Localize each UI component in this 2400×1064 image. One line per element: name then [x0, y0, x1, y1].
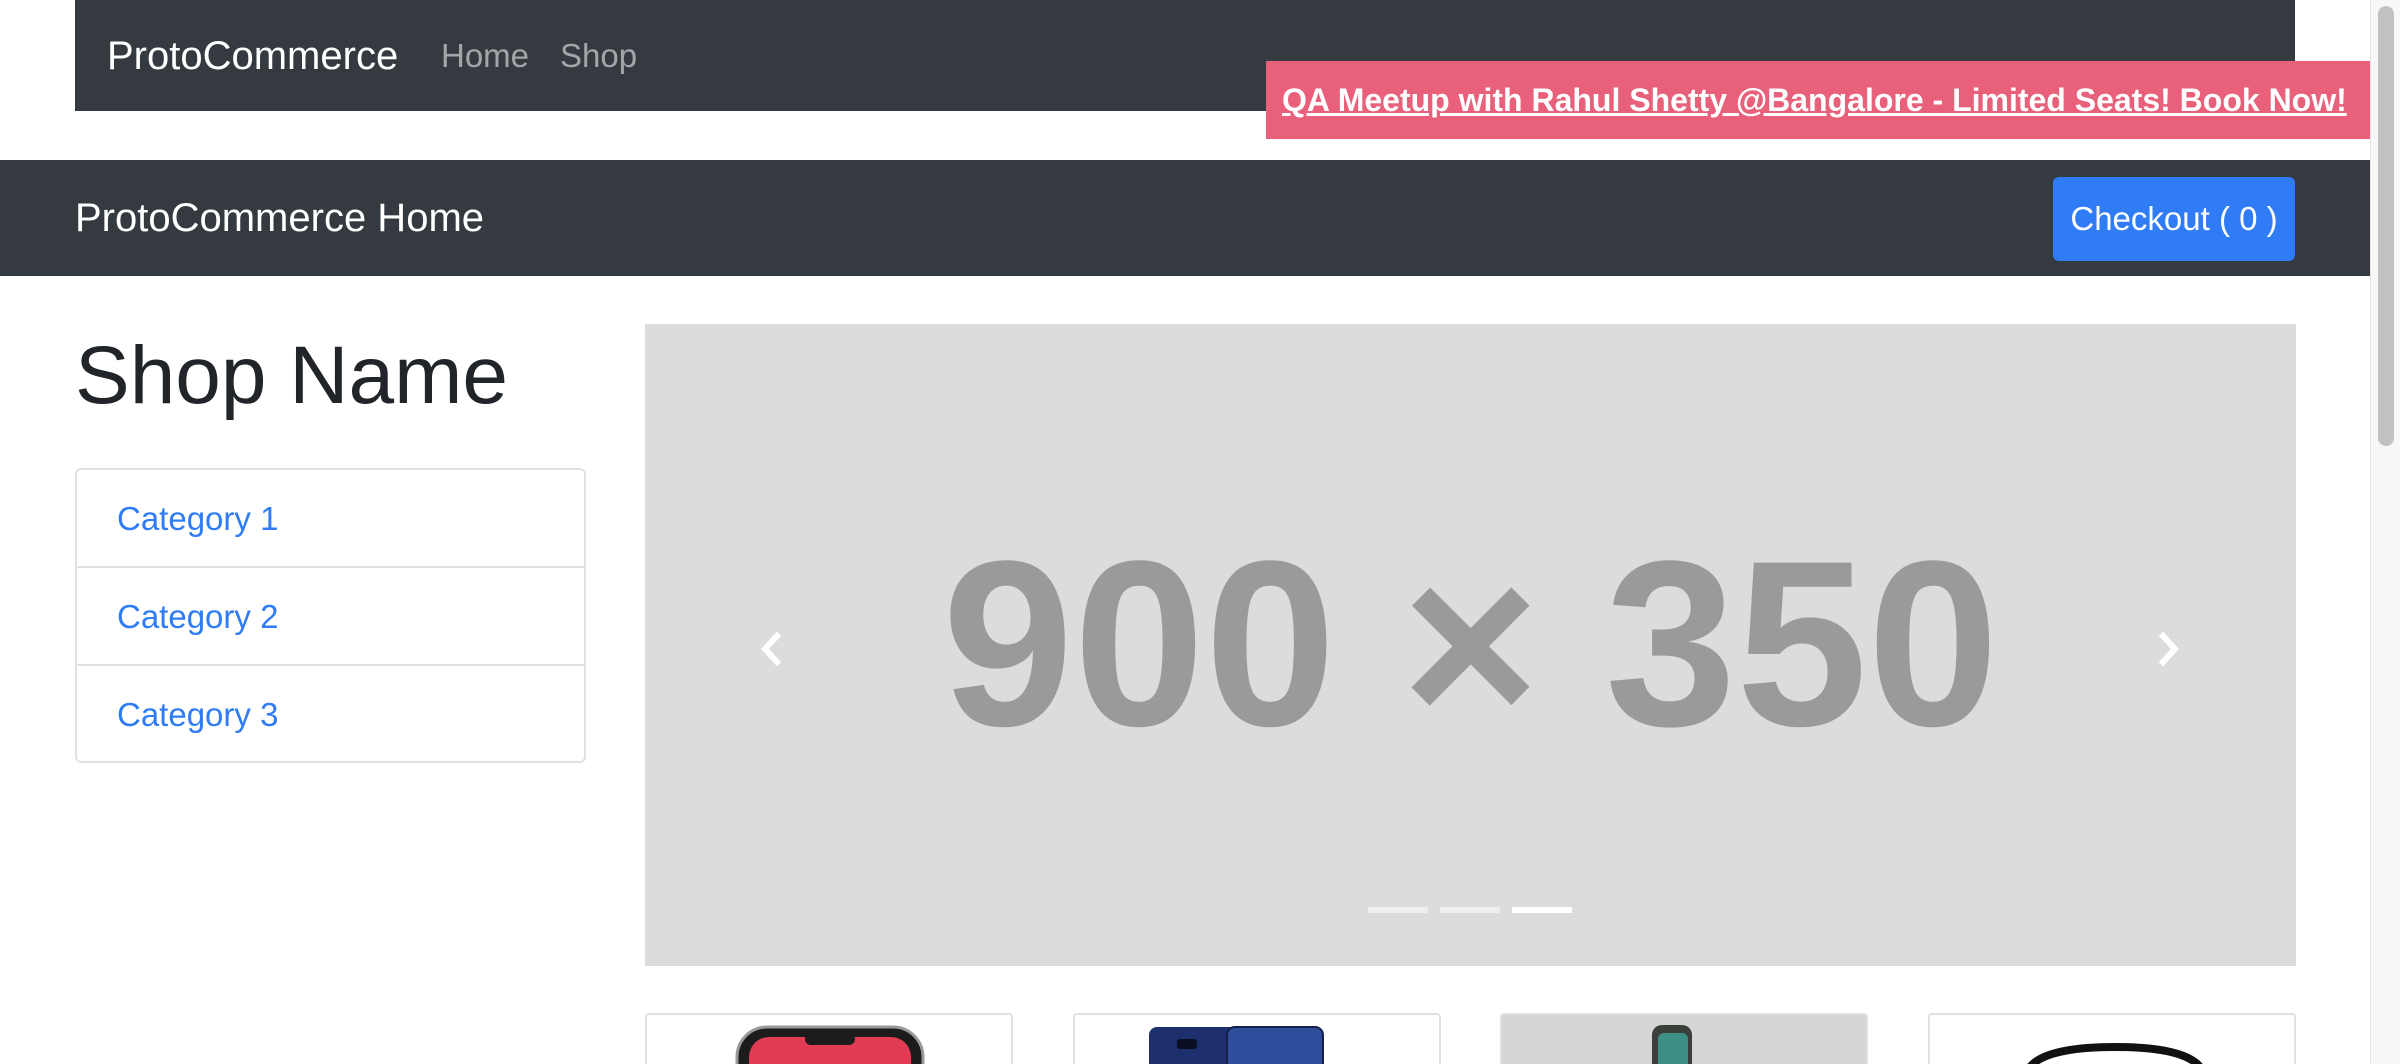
nav-link-shop[interactable]: Shop [560, 36, 637, 76]
home-bar: ProtoCommerce Home Checkout ( 0 ) [0, 160, 2370, 276]
product-card[interactable] [645, 1013, 1013, 1064]
chevron-left-icon [760, 631, 782, 667]
carousel-next-button[interactable] [2135, 614, 2205, 684]
image-carousel: 900 × 350 [645, 324, 2296, 966]
promo-link[interactable]: QA Meetup with Rahul Shetty @Bangalore -… [1282, 80, 2347, 120]
carousel-indicator-3[interactable] [1512, 907, 1572, 913]
category-item-2[interactable]: Category 2 [77, 568, 584, 666]
phone-image [1652, 1025, 1692, 1064]
carousel-indicator-1[interactable] [1368, 907, 1428, 913]
page-title: ProtoCommerce Home [75, 196, 485, 240]
product-card[interactable] [1500, 1013, 1868, 1064]
phone-image [1149, 1026, 1324, 1064]
checkout-button[interactable]: Checkout ( 0 ) [2053, 177, 2295, 261]
carousel-prev-button[interactable] [735, 614, 805, 684]
category-label: Category 3 [117, 696, 279, 733]
brand-link[interactable]: ProtoCommerce [107, 32, 398, 80]
promo-banner: QA Meetup with Rahul Shetty @Bangalore -… [1266, 61, 2370, 139]
chevron-right-icon [2158, 631, 2180, 667]
product-card[interactable] [1928, 1013, 2296, 1064]
phone-image [735, 1025, 925, 1064]
category-item-1[interactable]: Category 1 [77, 470, 584, 568]
category-item-3[interactable]: Category 3 [77, 666, 584, 764]
carousel-indicators [1368, 907, 1578, 913]
scrollbar-thumb[interactable] [2378, 6, 2394, 446]
category-list: Category 1 Category 2 Category 3 [75, 468, 586, 763]
carousel-placeholder-text: 900 × 350 [942, 512, 1999, 776]
nav-link-home[interactable]: Home [441, 36, 529, 76]
page-scrollbar[interactable] [2370, 0, 2400, 1064]
phone-image [2027, 1042, 2203, 1064]
category-label: Category 1 [117, 500, 279, 537]
product-card[interactable] [1073, 1013, 1441, 1064]
carousel-indicator-2[interactable] [1440, 907, 1500, 913]
category-label: Category 2 [117, 598, 279, 635]
shop-name-heading: Shop Name [75, 330, 509, 421]
